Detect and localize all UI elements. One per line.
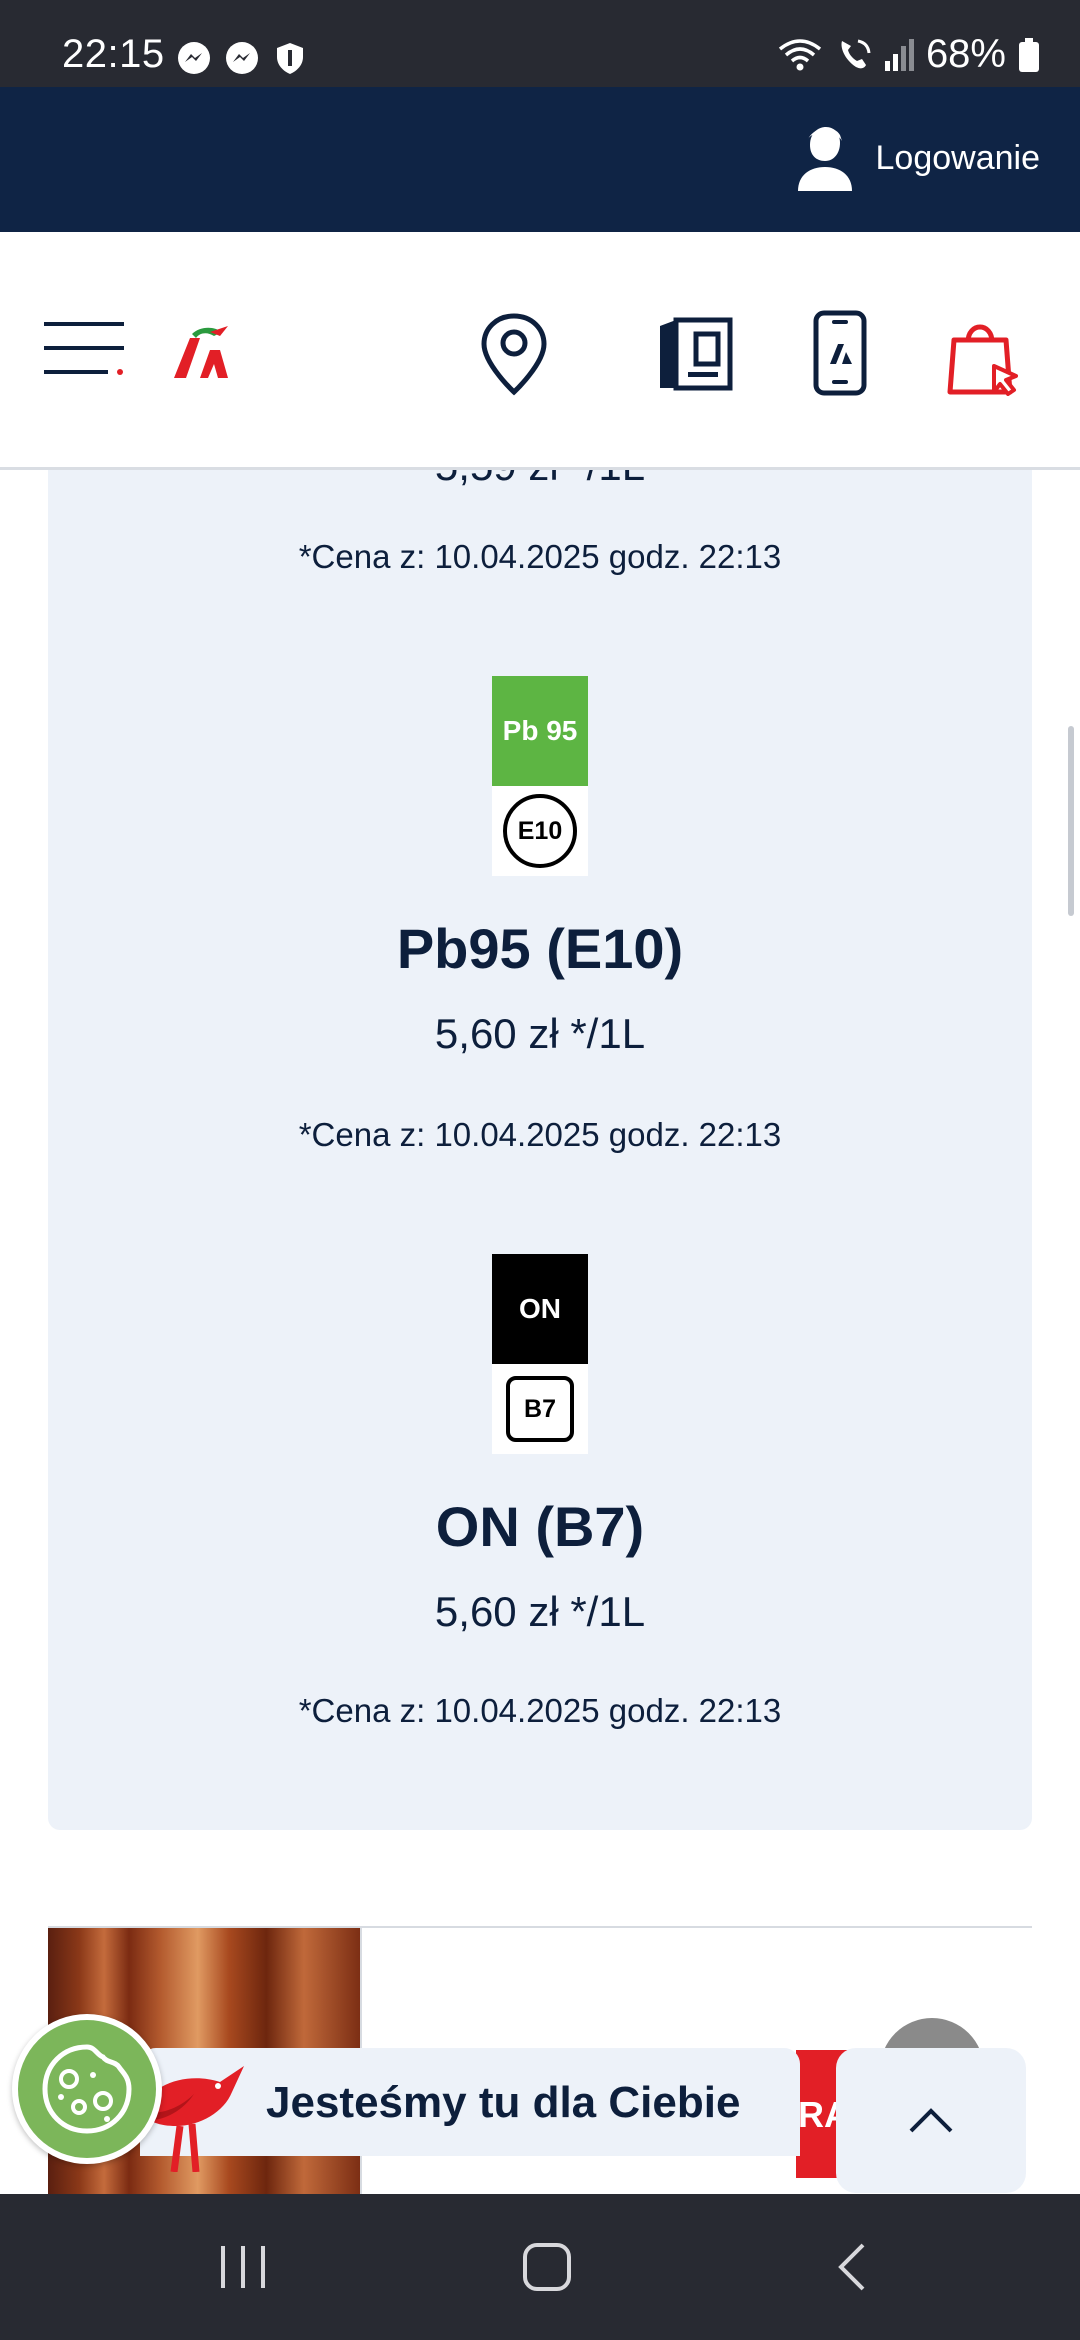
leaflet-icon[interactable] <box>656 316 734 392</box>
signal-icon <box>884 38 914 71</box>
back-icon <box>838 2243 865 2291</box>
status-time: 22:15 <box>62 32 165 76</box>
login-button[interactable]: Logowanie <box>796 125 1040 191</box>
fuel-name: Pb95 (E10) <box>396 917 684 980</box>
menu-icon[interactable] <box>44 320 128 376</box>
diesel-badge-label: ON <box>492 1254 588 1364</box>
pb95-badge: Pb 95 E10 <box>492 676 588 876</box>
e10-badge-area: E10 <box>492 786 588 876</box>
shield-icon <box>277 43 303 74</box>
fuel-price-date: *Cena z: 10.04.2025 godz. 22:13 <box>298 1692 782 1729</box>
system-navigation-bar <box>0 2194 1080 2340</box>
fuel-price: 5,60 zł */1L <box>434 1588 646 1635</box>
user-icon <box>797 127 852 191</box>
auchan-logo-icon[interactable] <box>170 324 232 380</box>
volte-icon <box>841 39 871 68</box>
cookie-icon <box>42 2044 132 2134</box>
mobile-app-icon[interactable] <box>812 310 868 396</box>
home-icon <box>523 2243 571 2291</box>
page-scrollbar[interactable] <box>1068 726 1074 916</box>
status-right: 68% <box>778 32 1040 77</box>
fuel-prices-panel: 5,59 zł */1L *Cena z: 10.04.2025 godz. 2… <box>48 470 1032 1830</box>
b7-badge-square: B7 <box>506 1376 574 1442</box>
chevron-up-icon <box>909 2107 953 2132</box>
help-text: Jesteśmy tu dla Ciebie <box>266 2078 741 2127</box>
store-location-icon[interactable] <box>478 312 550 396</box>
back-button[interactable] <box>816 2232 886 2302</box>
status-bar: 22:15 68% <box>0 0 1080 87</box>
notification-icons <box>176 40 308 76</box>
scroll-to-top-button[interactable] <box>836 2048 1026 2193</box>
help-banner[interactable]: Jesteśmy tu dla Ciebie <box>140 2048 800 2172</box>
b7-badge-area: B7 <box>492 1364 588 1454</box>
account-bar: Logowanie <box>0 87 1080 232</box>
recent-apps-icon <box>221 2246 265 2288</box>
home-button[interactable] <box>512 2232 582 2302</box>
fuel-price-date: *Cena z: 10.04.2025 godz. 22:13 <box>298 1116 782 1153</box>
messenger-icon <box>226 42 258 74</box>
fuel-price-cut-off: 5,59 zł */1L <box>48 470 1032 490</box>
wifi-calling-icon <box>778 38 822 70</box>
battery-percent: 68% <box>925 32 1006 76</box>
shopping-cart-icon[interactable] <box>944 312 1024 396</box>
main-header <box>0 232 1080 470</box>
pb95-badge-label: Pb 95 <box>492 676 588 786</box>
battery-icon <box>1019 37 1039 72</box>
recent-apps-button[interactable] <box>208 2232 278 2302</box>
login-label: Logowanie <box>875 138 1040 177</box>
e10-badge-circle: E10 <box>503 794 577 868</box>
cookie-settings-button[interactable] <box>12 2014 162 2164</box>
messenger-icon <box>178 42 210 74</box>
fuel-name: ON (B7) <box>435 1495 645 1558</box>
fuel-price: 5,60 zł */1L <box>434 1010 646 1057</box>
diesel-badge: ON B7 <box>492 1254 588 1454</box>
fuel-price-date: *Cena z: 10.04.2025 godz. 22:13 <box>298 538 782 575</box>
